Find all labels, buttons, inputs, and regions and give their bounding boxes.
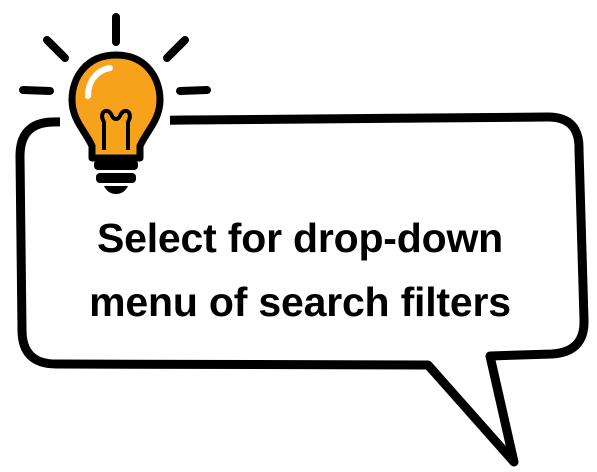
tip-callout: Select for drop-down menu of search filt…	[0, 0, 597, 472]
callout-text: Select for drop-down menu of search filt…	[40, 206, 560, 334]
callout-line-2: menu of search filters	[89, 279, 511, 325]
callout-line-1: Select for drop-down	[96, 215, 503, 261]
lightbulb-icon	[19, 13, 211, 194]
